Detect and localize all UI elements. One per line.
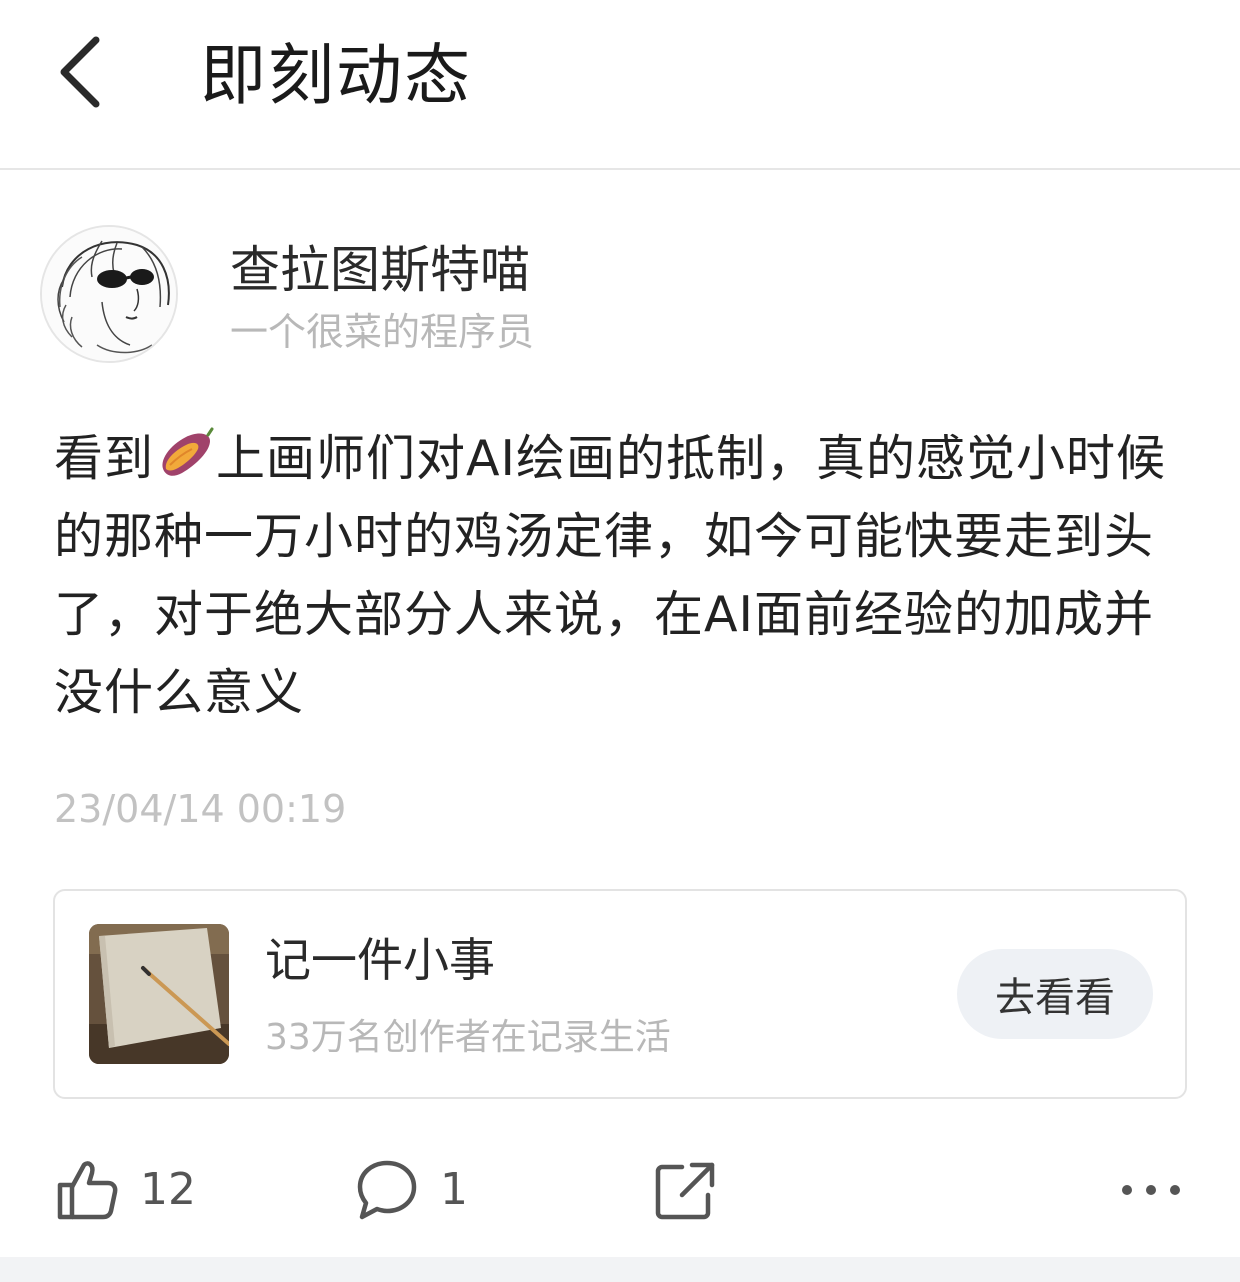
sweet-potato-emoji — [162, 427, 214, 476]
post-timestamp: 23/04/14 00:19 — [54, 787, 347, 831]
top-bar: 即刻动态 — [0, 0, 1240, 170]
topic-subtitle: 33万名创作者在记录生活 — [265, 1017, 671, 1058]
post-content: 看到 上画师们对AI绘画的抵制，真的感觉小时候的那种一万小时的鸡汤定律，如今可能… — [54, 420, 1194, 732]
action-bar: 12 1 — [0, 1140, 1240, 1240]
like-button[interactable]: 12 — [54, 1150, 196, 1230]
topic-title: 记一件小事 — [265, 933, 495, 987]
author-name[interactable]: 查拉图斯特喵 — [230, 239, 530, 301]
author-row: 查拉图斯特喵 一个很菜的程序员 — [40, 225, 740, 365]
share-button[interactable] — [652, 1150, 718, 1230]
like-count: 12 — [140, 1164, 196, 1215]
topic-thumbnail — [89, 924, 229, 1064]
post-text-after-emoji: 上画师们对AI绘画的抵制，真的感觉小时候的那种一万小时的鸡汤定律，如今可能快要走… — [54, 430, 1166, 721]
comment-count: 1 — [440, 1164, 468, 1215]
comment-button[interactable]: 1 — [354, 1150, 468, 1230]
sketch-portrait-avatar — [42, 227, 176, 361]
back-button[interactable] — [50, 30, 120, 114]
bottom-divider — [0, 1257, 1240, 1282]
share-icon — [655, 1162, 715, 1220]
go-see-button[interactable]: 去看看 — [957, 949, 1153, 1039]
more-button[interactable] — [1118, 1150, 1184, 1230]
avatar[interactable] — [40, 225, 178, 363]
notebook-pencil-thumbnail — [89, 924, 229, 1064]
topic-card[interactable]: 记一件小事 33万名创作者在记录生活 去看看 — [53, 889, 1187, 1099]
thumbs-up-icon — [57, 1161, 118, 1220]
post-text-before-emoji: 看到 — [54, 430, 155, 487]
more-dots-icon — [1122, 1185, 1180, 1195]
author-bio: 一个很菜的程序员 — [230, 310, 535, 354]
chevron-left-icon — [60, 36, 100, 108]
comment-bubble-icon — [357, 1160, 417, 1220]
page-title: 即刻动态 — [200, 37, 472, 114]
